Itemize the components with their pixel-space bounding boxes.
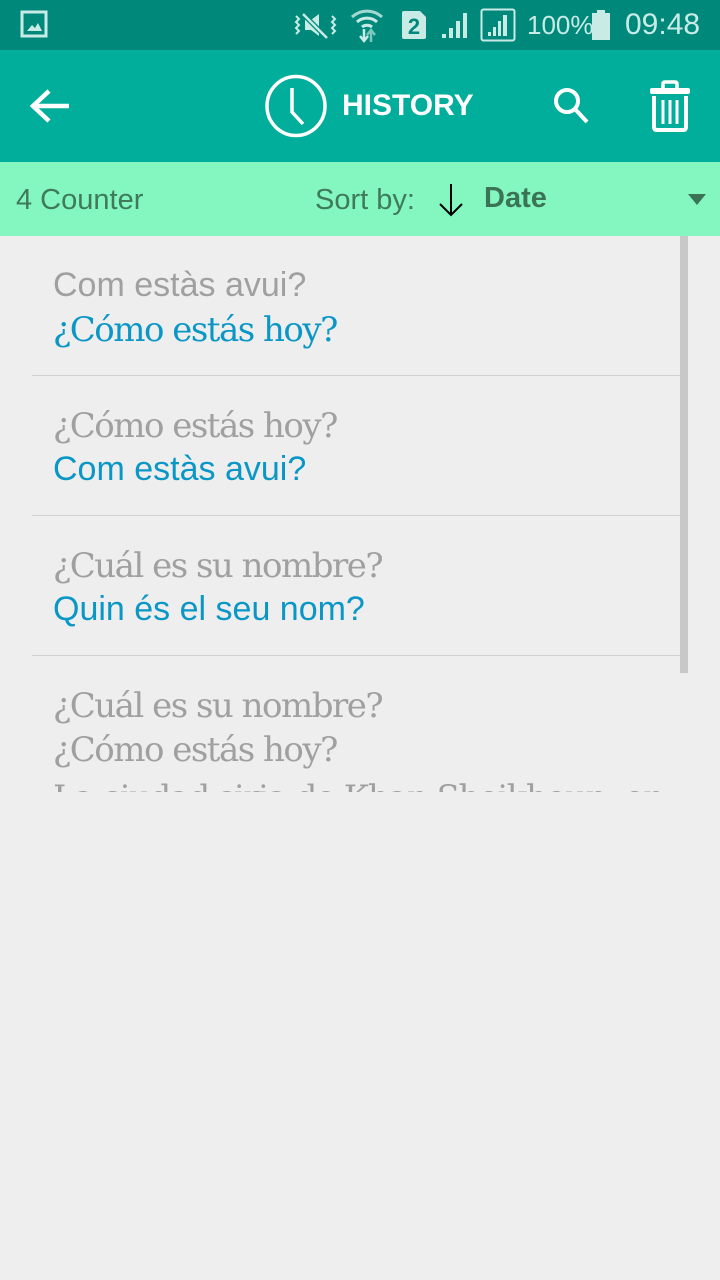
signal-sim2-icon — [480, 0, 516, 50]
history-item-translation: Quin és el seu nom? — [53, 590, 365, 628]
history-item-source: Com estàs avui? — [53, 266, 307, 304]
history-item-source: ¿Cuál es su nombre? — [53, 686, 384, 726]
history-item[interactable]: ¿Cuál es su nombre? ¿Cómo estás hoy? La … — [0, 656, 720, 796]
sim-2-icon: 2 — [400, 0, 428, 50]
vibrate-mute-icon — [292, 0, 340, 50]
sort-bar: 4 Counter Sort by: Date — [0, 162, 720, 236]
page-title-text: HISTORY — [342, 89, 474, 122]
history-item[interactable]: Com estàs avui? ¿Cómo estás hoy? — [0, 236, 720, 376]
sort-direction-toggle[interactable] — [436, 182, 466, 218]
gallery-icon — [20, 0, 50, 50]
svg-text:2: 2 — [408, 14, 420, 39]
sort-by-label: Sort by: — [315, 184, 415, 216]
search-icon — [554, 88, 589, 124]
history-item-translation: ¿Cómo estás hoy? — [53, 730, 338, 770]
status-bar: 2 100% 09:48 — [0, 0, 720, 50]
sort-select[interactable]: Date — [484, 162, 720, 236]
signal-icon — [440, 0, 474, 50]
sort-select-value: Date — [484, 182, 547, 214]
list-clip — [0, 792, 720, 796]
history-list: Com estàs avui? ¿Cómo estás hoy? ¿Cómo e… — [0, 236, 720, 796]
clock-icon — [265, 74, 327, 138]
app-bar: HISTORY — [0, 50, 720, 162]
arrow-left-icon — [29, 89, 69, 123]
history-item-translation: ¿Cómo estás hoy? — [53, 310, 338, 350]
delete-all-button[interactable] — [640, 76, 700, 136]
wifi-icon — [350, 0, 384, 50]
dropdown-arrow-icon — [688, 194, 706, 205]
history-item[interactable]: ¿Cómo estás hoy? Com estàs avui? — [0, 376, 720, 516]
history-item[interactable]: ¿Cuál es su nombre? Quin és el seu nom? — [0, 516, 720, 656]
history-counter: 4 Counter — [16, 184, 144, 216]
history-item-translation: Com estàs avui? — [53, 450, 307, 488]
battery-icon — [590, 0, 612, 50]
page-title: HISTORY — [264, 74, 474, 138]
trash-icon — [650, 80, 690, 132]
search-button[interactable] — [546, 80, 598, 132]
history-item-source: ¿Cuál es su nombre? — [53, 546, 384, 586]
battery-percent: 100% — [527, 9, 594, 40]
clock-time: 09:48 — [625, 8, 701, 41]
scrollbar[interactable] — [680, 236, 688, 673]
arrow-down-icon — [439, 184, 463, 217]
history-item-source: ¿Cómo estás hoy? — [53, 406, 338, 446]
back-button[interactable] — [22, 80, 78, 132]
